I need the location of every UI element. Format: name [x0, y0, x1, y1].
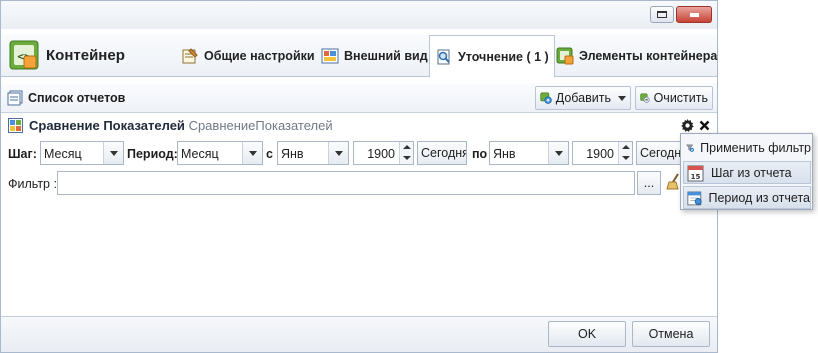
cancel-button[interactable]: Отмена: [632, 321, 710, 347]
add-button-label: Добавить: [555, 91, 611, 105]
to-year-input[interactable]: 1900: [572, 141, 633, 165]
period-value: Месяц: [181, 147, 219, 161]
ok-button[interactable]: OK: [548, 321, 626, 347]
tab-label: Внешний вид: [344, 49, 428, 63]
ribbon: <> Контейнер Общие настройки Внешний вид…: [1, 35, 717, 78]
from-today-button[interactable]: Сегодня: [417, 141, 467, 165]
menu-item-step-from-report[interactable]: 15 Шаг из отчета: [683, 161, 811, 184]
menu-item-apply-filter[interactable]: Применить фильтр: [683, 136, 811, 159]
title-bar: [1, 1, 717, 29]
settings-note-icon: [182, 48, 198, 64]
report-list-icon: [7, 90, 23, 106]
clear-icon: [640, 93, 650, 103]
svg-text:15: 15: [691, 173, 701, 181]
tab-container-elements[interactable]: Элементы контейнера: [556, 35, 717, 77]
chevron-down-icon[interactable]: [103, 142, 123, 164]
apply-filter-icon: [686, 144, 694, 152]
reports-list-label: Список отчетов: [28, 91, 126, 105]
clear-button-label: Очистить: [653, 91, 708, 105]
report-panel-header: Сравнение Показателей СравнениеПоказател…: [1, 115, 717, 137]
tab-appearance[interactable]: Внешний вид: [321, 35, 428, 77]
chevron-down-icon[interactable]: [548, 142, 568, 164]
restore-icon: [657, 11, 667, 18]
step-label: Шаг:: [8, 147, 37, 161]
dialog-window: <> Контейнер Общие настройки Внешний вид…: [0, 0, 718, 353]
period-label: Период:: [127, 147, 178, 161]
add-button[interactable]: Добавить: [535, 86, 631, 110]
period-select[interactable]: Месяц: [177, 141, 263, 165]
from-year-spinner[interactable]: [399, 142, 413, 164]
panel-title: Сравнение Показателей СравнениеПоказател…: [29, 118, 333, 133]
tab-label: Общие настройки: [204, 49, 315, 63]
report-title: Сравнение Показателей: [29, 118, 185, 133]
to-month-select[interactable]: Янв: [489, 141, 569, 165]
step-select[interactable]: Месяц: [40, 141, 124, 165]
container-elements-icon: [556, 47, 574, 65]
from-year-value: 1900: [367, 147, 395, 161]
gear-icon[interactable]: [680, 118, 695, 133]
from-year-input[interactable]: 1900: [353, 141, 414, 165]
refinement-filter-icon: [437, 49, 450, 64]
stage: <> Контейнер Общие настройки Внешний вид…: [0, 0, 818, 353]
dialog-footer: OK Отмена: [1, 316, 717, 352]
tab-label: Элементы контейнера: [579, 49, 718, 63]
reports-list-title: Список отчетов: [7, 90, 125, 106]
tab-refinement[interactable]: Уточнение ( 1 ): [429, 35, 555, 78]
close-icon[interactable]: [699, 120, 710, 131]
from-month-select[interactable]: Янв: [277, 141, 349, 165]
menu-item-label: Применить фильтр: [700, 140, 811, 155]
report-grid-icon: [8, 118, 23, 133]
from-label: с: [266, 147, 273, 161]
to-year-spinner[interactable]: [618, 142, 632, 164]
period-calendar-icon: [687, 191, 702, 205]
browse-button[interactable]: ...: [637, 171, 661, 195]
from-month-value: Янв: [281, 147, 304, 161]
menu-item-label: Период из отчета: [708, 190, 811, 205]
restore-button[interactable]: [650, 6, 674, 23]
menu-item-label: Шаг из отчета: [711, 165, 792, 180]
filter-input[interactable]: [57, 171, 635, 195]
close-icon: [690, 13, 699, 17]
reports-toolbar: Список отчетов Добавить Очистить: [1, 83, 717, 113]
report-system-name: СравнениеПоказателей: [188, 118, 333, 133]
add-icon: [540, 92, 552, 104]
filter-label: Фильтр :: [8, 177, 57, 191]
appearance-icon: [321, 48, 339, 64]
to-label: по: [472, 147, 488, 161]
to-year-value: 1900: [586, 147, 614, 161]
chevron-down-icon: [618, 95, 626, 101]
close-window-button[interactable]: [676, 6, 712, 23]
step-value: Месяц: [44, 147, 82, 161]
to-month-value: Янв: [493, 147, 516, 161]
menu-item-period-from-report[interactable]: Период из отчета: [683, 186, 811, 209]
app-title: Контейнер: [46, 47, 125, 64]
chevron-down-icon[interactable]: [328, 142, 348, 164]
clear-button[interactable]: Очистить: [635, 86, 713, 110]
code-container-icon: <>: [9, 40, 39, 70]
settings-context-menu: Применить фильтр 15 Шаг из отчета Период…: [680, 133, 813, 210]
tab-general-settings[interactable]: Общие настройки: [181, 35, 315, 77]
to-today-button[interactable]: Сегодня: [636, 141, 682, 165]
tab-label: Уточнение ( 1 ): [458, 49, 549, 64]
chevron-down-icon[interactable]: [242, 142, 262, 164]
step-calendar-icon: 15: [687, 165, 704, 181]
